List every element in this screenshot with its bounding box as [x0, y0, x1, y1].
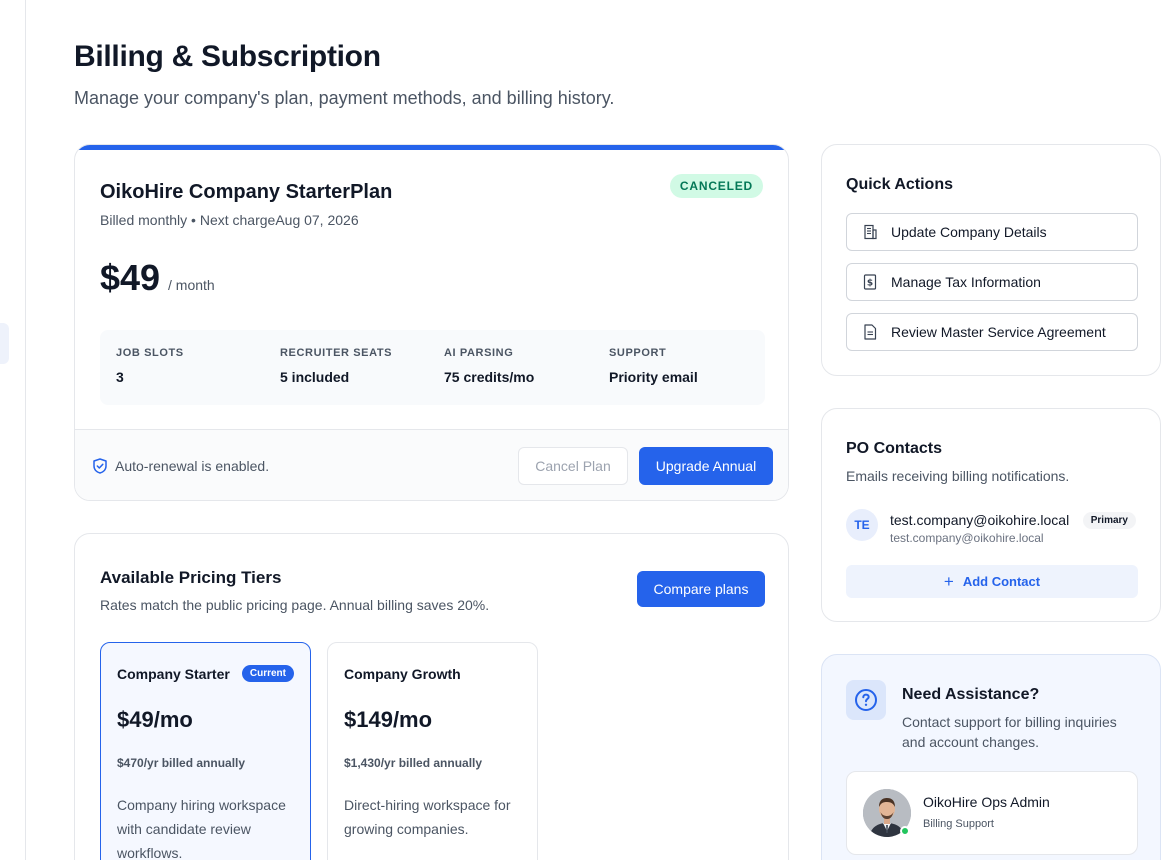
tier-company-starter[interactable]: Company Starter Current $49/mo $470/yr b…: [100, 642, 311, 860]
feature-support: SUPPORT Priority email: [609, 347, 698, 385]
plan-accent-bar: [75, 145, 788, 150]
plan-billing-meta: Billed monthly • Next chargeAug 07, 2026: [100, 212, 359, 228]
feature-label: SUPPORT: [609, 347, 667, 359]
plus-icon: +: [943, 571, 954, 591]
po-contacts-subtitle: Emails receiving billing notifications.: [846, 468, 1070, 484]
plan-status-badge: CANCELED: [669, 174, 763, 198]
help-icon: [846, 680, 886, 720]
feature-value: 5 included: [280, 369, 350, 385]
building-icon: [863, 224, 877, 240]
plan-name: OikoHire Company StarterPlan: [100, 181, 393, 203]
assistance-text: Contact support for billing inquiries an…: [902, 714, 1117, 750]
assistance-title: Need Assistance?: [902, 686, 1040, 703]
page-subtitle: Manage your company's plan, payment meth…: [74, 88, 615, 108]
feature-ai-parsing: AI PARSING 75 credits/mo: [444, 347, 534, 385]
tier-annual-price: $470/yr billed annually: [117, 756, 246, 770]
shield-check-icon: [93, 458, 107, 474]
svg-text:$: $: [867, 279, 873, 289]
cancel-plan-button[interactable]: Cancel Plan: [518, 447, 628, 485]
feature-recruiter-seats: RECRUITER SEATS 5 included: [280, 347, 392, 385]
feature-label: JOB SLOTS: [116, 347, 184, 359]
feature-value: Priority email: [609, 369, 698, 385]
update-company-details-button[interactable]: Update Company Details: [846, 213, 1138, 251]
feature-value: 3: [116, 369, 124, 385]
upgrade-annual-button[interactable]: Upgrade Annual: [639, 447, 773, 485]
primary-badge: Primary: [1082, 512, 1136, 529]
sidebar-rail: [0, 0, 26, 860]
quick-actions-card: Quick Actions Update Company Details $ M…: [821, 144, 1161, 376]
quick-action-label: Update Company Details: [891, 224, 1047, 240]
feature-value: 75 credits/mo: [444, 369, 535, 385]
feature-label: RECRUITER SEATS: [280, 347, 393, 359]
add-contact-button[interactable]: + Add Contact: [846, 565, 1138, 598]
quick-actions-title: Quick Actions: [846, 176, 953, 193]
manage-tax-information-button[interactable]: $ Manage Tax Information: [846, 263, 1138, 301]
tier-description: Company hiring workspace with candidate …: [117, 797, 286, 860]
tier-name: Company Starter: [117, 666, 230, 682]
plan-footer: Auto-renewal is enabled. Cancel Plan Upg…: [75, 429, 788, 500]
need-assistance-card: Need Assistance? Contact support for bil…: [821, 654, 1161, 860]
po-contacts-title: PO Contacts: [846, 440, 943, 457]
tiers-title: Available Pricing Tiers: [100, 568, 282, 587]
tier-price: $149/mo: [344, 707, 433, 732]
plan-price: $49: [100, 257, 161, 298]
agent-role: Billing Support: [923, 818, 994, 830]
tier-description: Direct-hiring workspace for growing comp…: [344, 797, 511, 837]
page-title: Billing & Subscription: [74, 40, 381, 73]
tiers-subtitle: Rates match the public pricing page. Ann…: [100, 597, 490, 613]
review-msa-button[interactable]: Review Master Service Agreement: [846, 313, 1138, 351]
current-plan-card: OikoHire Company StarterPlan Billed mont…: [74, 144, 789, 501]
contact-email: test.company@oikohire.local: [890, 512, 1070, 528]
pricing-tiers-card: Available Pricing Tiers Rates match the …: [74, 533, 789, 860]
add-contact-label: Add Contact: [962, 574, 1041, 589]
current-badge: Current: [241, 665, 294, 682]
tier-annual-price: $1,430/yr billed annually: [344, 756, 483, 770]
sidebar-active-indicator[interactable]: [0, 323, 9, 364]
contact-avatar: TE: [846, 509, 878, 541]
compare-plans-button[interactable]: Compare plans: [637, 571, 765, 607]
support-agent-card[interactable]: OikoHire Ops Admin Billing Support: [846, 771, 1138, 855]
plan-price-unit: / month: [168, 277, 215, 293]
tier-price: $49/mo: [117, 707, 193, 732]
agent-name: OikoHire Ops Admin: [923, 794, 1050, 810]
online-status-indicator: [900, 826, 910, 836]
contact-email-secondary: test.company@oikohire.local: [890, 531, 1044, 545]
po-contacts-card: PO Contacts Emails receiving billing not…: [821, 408, 1161, 622]
quick-action-label: Review Master Service Agreement: [891, 324, 1106, 340]
feature-job-slots: JOB SLOTS 3: [116, 347, 184, 385]
feature-label: AI PARSING: [444, 347, 514, 359]
quick-action-label: Manage Tax Information: [891, 274, 1041, 290]
tier-name: Company Growth: [344, 666, 461, 682]
auto-renewal-text: Auto-renewal is enabled.: [115, 458, 270, 474]
plan-features: JOB SLOTS 3 RECRUITER SEATS 5 included A…: [100, 330, 765, 405]
document-icon: [863, 324, 877, 340]
tier-company-growth[interactable]: Company Growth $149/mo $1,430/yr billed …: [327, 642, 538, 860]
dollar-document-icon: $: [863, 274, 877, 290]
